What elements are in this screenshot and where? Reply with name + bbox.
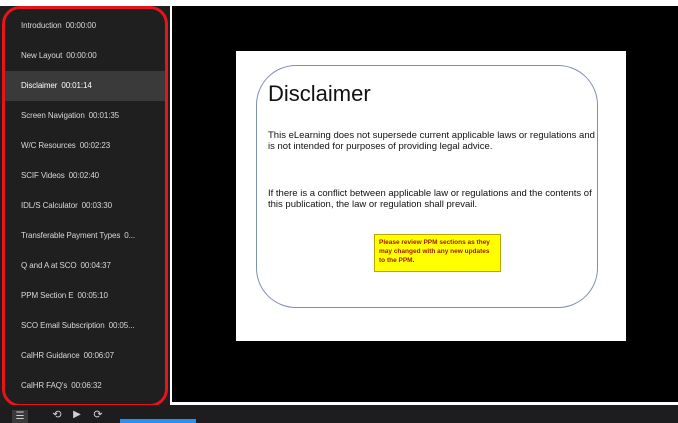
slide-paragraph: This eLearning does not supersede curren… [268, 130, 595, 152]
toc-item-time: 00:03:30 [81, 201, 112, 210]
toc-list: Introduction 00:00:00 New Layout 00:00:00 … [4, 6, 166, 401]
toc-item-transferable-payment-types[interactable]: Transferable Payment Types 0... [4, 221, 166, 251]
toc-item-label: Q and A at SCO [21, 261, 77, 270]
toc-item-label: Introduction [21, 21, 62, 30]
toc-item-sco-email-subscription[interactable]: SCO Email Subscription 00:05... [4, 311, 166, 341]
play-icon[interactable]: ▶ [70, 408, 84, 422]
toc-item-time: 00:01:14 [61, 81, 92, 90]
toc-item-q-and-a-at-sco[interactable]: Q and A at SCO 00:04:37 [4, 251, 166, 281]
menu-icon[interactable]: ☰ [12, 410, 28, 423]
toc-sidebar: Introduction 00:00:00 New Layout 00:00:00 … [0, 6, 170, 407]
slide-title: Disclaimer [268, 81, 371, 106]
toc-item-label: CalHR FAQ's [21, 381, 68, 390]
toc-item-time: 00:05:10 [77, 291, 108, 300]
toc-item-time: 00:00:00 [65, 21, 96, 30]
slide: Disclaimer This eLearning does not super… [236, 51, 626, 341]
toc-item-wc-resources[interactable]: W/C Resources 00:02:23 [4, 131, 166, 161]
toc-item-time: 00:06:07 [83, 351, 114, 360]
toc-item-label: CalHR Guidance [21, 351, 80, 360]
toc-item-time: 00:06:32 [71, 381, 102, 390]
toc-item-time: 00:02:23 [79, 141, 111, 150]
toc-item-time: 00:05... [108, 321, 135, 330]
toc-item-introduction[interactable]: Introduction 00:00:00 [4, 11, 166, 41]
toc-item-label: Screen Navigation [21, 111, 85, 120]
forward-icon[interactable]: ⟳ [91, 408, 105, 422]
toc-item-label: W/C Resources [21, 141, 76, 150]
ppm-review-note: Please review PPM sections as they may c… [374, 234, 501, 272]
toc-item-time: 00:00:00 [66, 51, 97, 60]
toc-item-label: Transferable Payment Types [21, 231, 121, 240]
toc-item-label: Disclaimer [21, 81, 58, 90]
rewind-icon[interactable]: ⟲ [50, 408, 64, 422]
slide-paragraph: If there is a conflict between applicabl… [268, 188, 592, 210]
toc-item-time: 0... [124, 231, 135, 240]
toc-item-time: 00:02:40 [68, 171, 100, 180]
toc-item-label: SCIF Videos [21, 171, 65, 180]
toc-item-label: New Layout [21, 51, 63, 60]
toc-item-time: 00:04:37 [80, 261, 111, 270]
toc-item-time: 00:01:35 [88, 111, 120, 120]
toc-item-scif-videos[interactable]: SCIF Videos 00:02:40 [4, 161, 166, 191]
progress-bar[interactable] [120, 419, 196, 423]
slide-stage: Disclaimer This eLearning does not super… [172, 6, 678, 402]
toc-item-idls-calculator[interactable]: IDL/S Calculator 00:03:30 [4, 191, 166, 221]
toc-item-calhr-faqs[interactable]: CalHR FAQ's 00:06:32 [4, 371, 166, 401]
toc-item-new-layout[interactable]: New Layout 00:00:00 [4, 41, 166, 71]
toc-item-disclaimer[interactable]: Disclaimer 00:01:14 [4, 71, 166, 101]
toc-item-label: IDL/S Calculator [21, 201, 78, 210]
toc-item-ppm-section-e[interactable]: PPM Section E 00:05:10 [4, 281, 166, 311]
toc-item-screen-navigation[interactable]: Screen Navigation 00:01:35 [4, 101, 166, 131]
player-window: Introduction 00:00:00 New Layout 00:00:00 … [0, 0, 678, 423]
toc-item-label: PPM Section E [21, 291, 74, 300]
toc-item-calhr-guidance[interactable]: CalHR Guidance 00:06:07 [4, 341, 166, 371]
playback-controls: ☰ ⟲ ▶ ⟳ [0, 405, 678, 423]
toc-item-label: SCO Email Subscription [21, 321, 105, 330]
